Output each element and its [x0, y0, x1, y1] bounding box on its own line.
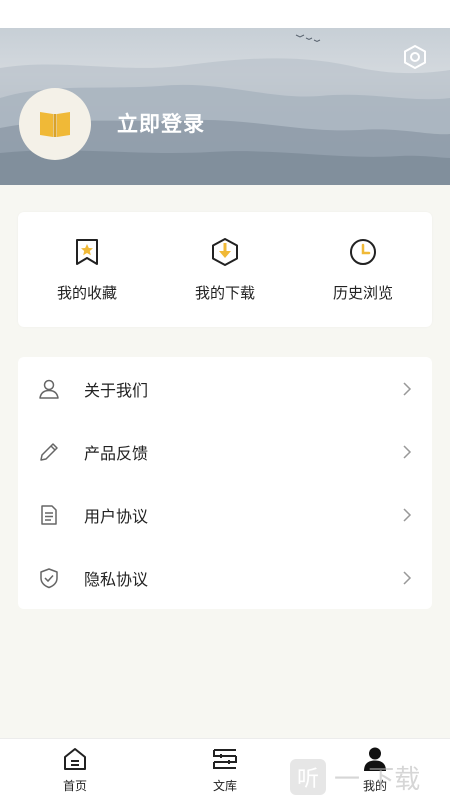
tab-home[interactable]: 首页 — [25, 745, 125, 794]
download-hexagon-icon — [212, 238, 238, 266]
downloads-label: 我的下载 — [194, 284, 255, 302]
quick-actions-card: 我的收藏 我的下载 历史浏览 — [18, 212, 432, 327]
history-label: 历史浏览 — [332, 284, 393, 302]
downloads-button[interactable]: 我的下载 — [165, 236, 285, 303]
open-book-icon — [40, 112, 70, 137]
menu-item-label: 产品反馈 — [84, 443, 149, 463]
clock-icon — [350, 239, 376, 265]
status-bar — [0, 0, 450, 28]
favorites-button[interactable]: 我的收藏 — [27, 236, 147, 303]
chevron-right-icon — [403, 444, 412, 459]
tab-library[interactable]: 文库 — [175, 745, 275, 794]
chevron-right-icon — [403, 381, 412, 396]
history-button[interactable]: 历史浏览 — [303, 236, 423, 303]
home-icon — [64, 748, 86, 770]
avatar[interactable] — [19, 88, 91, 160]
settings-menu: 关于我们 产品反馈 用户协议 隐私协议 — [18, 357, 432, 609]
bookmark-star-icon — [76, 239, 98, 265]
menu-item-privacy[interactable]: 隐私协议 — [18, 546, 432, 609]
chevron-right-icon — [403, 570, 412, 585]
document-icon — [41, 504, 57, 525]
hexagon-settings-icon — [404, 44, 426, 70]
user-icon — [39, 379, 59, 399]
menu-item-feedback[interactable]: 产品反馈 — [18, 420, 432, 483]
person-icon — [364, 747, 386, 771]
shield-check-icon — [40, 567, 58, 588]
tab-label: 我的 — [362, 779, 387, 793]
bottom-tab-bar: 首页 文库 我的 — [0, 738, 450, 800]
favorites-label: 我的收藏 — [56, 284, 117, 302]
menu-item-about[interactable]: 关于我们 — [18, 357, 432, 420]
tab-label: 文库 — [212, 779, 237, 793]
settings-button[interactable] — [400, 42, 430, 72]
menu-item-label: 隐私协议 — [84, 569, 149, 589]
profile-header: 立即登录 — [0, 28, 450, 185]
tab-mine[interactable]: 我的 — [325, 745, 425, 794]
menu-item-label: 关于我们 — [84, 380, 149, 400]
menu-item-user-agreement[interactable]: 用户协议 — [18, 483, 432, 546]
menu-item-label: 用户协议 — [84, 506, 149, 526]
pencil-icon — [40, 442, 58, 461]
library-icon — [213, 749, 237, 769]
login-button[interactable]: 立即登录 — [117, 108, 205, 138]
chevron-right-icon — [403, 507, 412, 522]
tab-label: 首页 — [62, 779, 87, 793]
